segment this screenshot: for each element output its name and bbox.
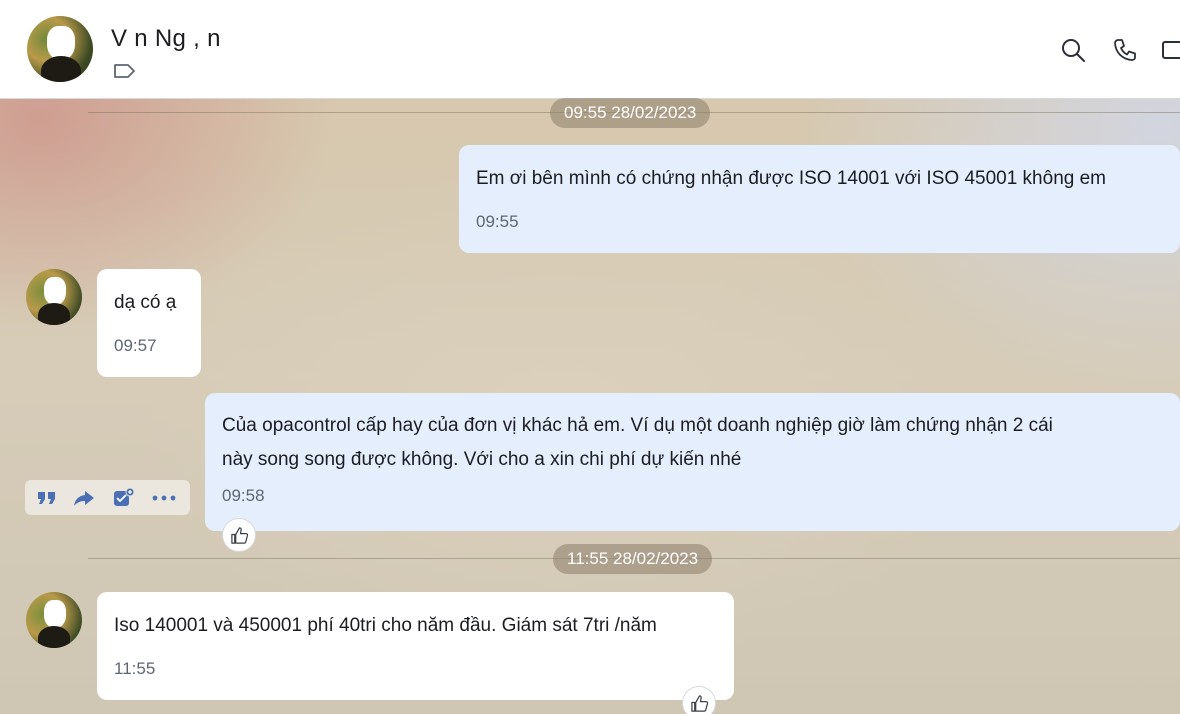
- tag-icon[interactable]: [113, 62, 137, 80]
- sender-avatar[interactable]: [26, 269, 82, 325]
- contact-name[interactable]: V n Ng , n: [111, 25, 221, 53]
- chat-header: V n Ng , n: [0, 0, 1180, 99]
- message-text: này song song được không. Với cho a xin …: [222, 449, 742, 470]
- message-bubble-received[interactable]: Iso 140001 và 450001 phí 40tri cho năm đ…: [97, 592, 734, 700]
- more-icon[interactable]: [151, 488, 177, 508]
- quote-icon[interactable]: [36, 488, 58, 508]
- message-bubble-sent[interactable]: Em ơi bên mình có chứng nhận được ISO 14…: [459, 145, 1180, 253]
- message-time: 09:58: [222, 486, 265, 505]
- like-reaction-button[interactable]: [222, 518, 256, 552]
- message-time: 09:55: [476, 212, 519, 231]
- forward-icon[interactable]: [73, 488, 95, 508]
- message-text: Em ơi bên mình có chứng nhận được ISO 14…: [476, 168, 1106, 189]
- message-text: Của opacontrol cấp hay của đơn vị khác h…: [222, 415, 1053, 436]
- sender-avatar[interactable]: [26, 592, 82, 648]
- message-bubble-received[interactable]: dạ có ạ 09:57: [97, 269, 201, 377]
- message-action-bar: [25, 480, 190, 515]
- date-divider-label: 09:55 28/02/2023: [550, 98, 711, 128]
- like-reaction-button[interactable]: [682, 686, 716, 714]
- message-list[interactable]: 09:55 28/02/2023 Em ơi bên mình có chứng…: [0, 98, 1180, 714]
- video-call-icon[interactable]: [1160, 37, 1180, 63]
- search-icon[interactable]: [1060, 37, 1086, 63]
- thumbs-up-icon: [691, 695, 709, 712]
- contact-avatar[interactable]: [27, 16, 93, 82]
- thumbs-up-icon: [231, 527, 249, 544]
- message-bubble-sent[interactable]: Của opacontrol cấp hay của đơn vị khác h…: [205, 393, 1180, 531]
- chat-window: V n Ng , n 09:55 28/02/2023 Em ơi bên mì…: [0, 0, 1180, 714]
- message-time: 11:55: [114, 659, 156, 678]
- message-text: Iso 140001 và 450001 phí 40tri cho năm đ…: [114, 615, 657, 636]
- message-text: dạ có ạ: [114, 292, 177, 313]
- message-time: 09:57: [114, 336, 157, 355]
- add-task-icon[interactable]: [113, 488, 135, 508]
- phone-icon[interactable]: [1112, 37, 1138, 63]
- date-divider-label: 11:55 28/02/2023: [553, 544, 713, 574]
